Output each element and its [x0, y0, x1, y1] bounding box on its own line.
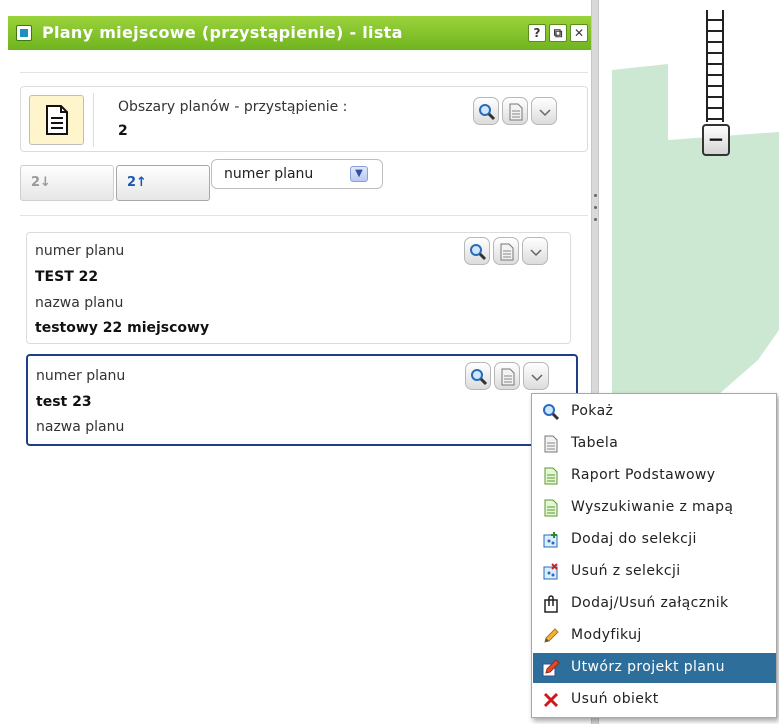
splitter-grip — [594, 218, 597, 221]
menu-item-label: Usuń z selekcji — [571, 563, 681, 579]
summary-actions — [473, 97, 557, 125]
sort-field-value: numer planu — [224, 166, 314, 182]
map-search-icon — [544, 499, 558, 517]
chevron-down-icon — [539, 109, 551, 117]
more-options-button[interactable] — [523, 362, 549, 390]
more-options-button[interactable] — [522, 237, 548, 265]
menu-item-usun-z-selekcji[interactable]: Usuń z selekcji — [533, 557, 776, 587]
remove-selection-icon — [543, 563, 558, 580]
pencil-icon — [544, 628, 559, 643]
magnifier-icon — [471, 369, 488, 386]
zoom-to-button[interactable] — [464, 237, 490, 265]
menu-item-label: Pokaż — [571, 403, 614, 419]
panel-title: Plany miejscowe (przystąpienie) - lista — [42, 23, 403, 42]
document-icon — [544, 435, 558, 453]
chevron-down-icon — [530, 249, 542, 257]
document-icon — [29, 95, 84, 145]
menu-item-label: Usuń obiekt — [571, 691, 659, 707]
help-button[interactable]: ? — [528, 24, 546, 42]
record-field-label: nazwa planu — [35, 295, 124, 311]
attachment-icon — [544, 595, 558, 613]
summary-label: Obszary planów - przystąpienie : — [118, 99, 348, 115]
splitter-grip — [594, 194, 597, 197]
document-icon — [500, 243, 514, 261]
record-field-label: numer planu — [35, 243, 125, 259]
summary-count: 2 — [118, 123, 128, 139]
summary-card: Obszary planów - przystąpienie : 2 — [20, 86, 588, 152]
context-menu: Pokaż Tabela Raport Podstawowy Wyszukiwa… — [531, 393, 777, 718]
menu-item-label: Tabela — [571, 435, 619, 451]
record-actions — [465, 362, 549, 390]
menu-item-tabela[interactable]: Tabela — [533, 429, 776, 459]
report-icon — [544, 467, 558, 485]
menu-item-raport-podstawowy[interactable]: Raport Podstawowy — [533, 461, 776, 491]
menu-item-dodaj-do-selekcji[interactable]: Dodaj do selekcji — [533, 525, 776, 555]
restore-button[interactable]: ⧉ — [549, 24, 567, 42]
menu-item-usun-obiekt[interactable]: Usuń obiekt — [533, 685, 776, 715]
table-button[interactable] — [493, 237, 519, 265]
table-button[interactable] — [502, 97, 528, 125]
sort-ascending-icon: 2↓ — [31, 175, 51, 190]
delete-x-icon — [543, 692, 559, 708]
zoom-slider[interactable] — [706, 10, 724, 122]
menu-item-wyszukiwanie-z-mapa[interactable]: Wyszukiwanie z mapą — [533, 493, 776, 523]
record-field-value: testowy 22 miejscowy — [35, 320, 210, 336]
menu-item-utworz-projekt-planu[interactable]: Utwórz projekt planu — [533, 653, 776, 683]
panel-titlebar[interactable]: Plany miejscowe (przystąpienie) - lista … — [8, 16, 591, 50]
menu-item-label: Utwórz projekt planu — [571, 659, 725, 675]
dropdown-arrow-icon: ▼ — [350, 166, 368, 182]
create-project-icon — [542, 659, 560, 677]
zoom-to-button[interactable] — [465, 362, 491, 390]
document-icon — [509, 103, 523, 121]
menu-item-dodaj-usun-zalacznik[interactable]: Dodaj/Usuń załącznik — [533, 589, 776, 619]
zoom-to-button[interactable] — [473, 97, 499, 125]
document-icon — [501, 368, 515, 386]
record-field-value: TEST 22 — [35, 269, 99, 285]
magnifier-icon — [479, 104, 496, 121]
add-selection-icon — [543, 532, 558, 548]
magnifier-icon — [470, 244, 487, 261]
record-field-label: numer planu — [36, 368, 126, 384]
record-card[interactable]: numer planu TEST 22 nazwa planu testowy … — [26, 232, 571, 344]
magnifier-icon — [543, 404, 560, 421]
menu-item-label: Dodaj do selekcji — [571, 531, 697, 547]
menu-item-label: Wyszukiwanie z mapą — [571, 499, 734, 515]
window-icon — [16, 25, 32, 41]
sort-ascending-button[interactable]: 2↓ — [20, 165, 114, 201]
menu-item-label: Raport Podstawowy — [571, 467, 716, 483]
divider — [20, 215, 588, 216]
sort-descending-button[interactable]: 2↑ — [116, 165, 210, 201]
table-button[interactable] — [494, 362, 520, 390]
chevron-down-icon — [531, 374, 543, 382]
divider — [93, 93, 94, 147]
menu-item-label: Dodaj/Usuń załącznik — [571, 595, 729, 611]
more-options-button[interactable] — [531, 97, 557, 125]
sort-field-select[interactable]: numer planu ▼ — [211, 159, 383, 189]
record-field-label: nazwa planu — [36, 419, 125, 435]
zoom-out-button[interactable]: − — [702, 124, 730, 156]
menu-item-label: Modyfikuj — [571, 627, 642, 643]
sort-descending-icon: 2↑ — [127, 175, 147, 190]
record-card-selected[interactable]: numer planu test 23 nazwa planu — [26, 354, 578, 446]
menu-item-pokaz[interactable]: Pokaż — [533, 397, 776, 427]
list-panel: Plany miejscowe (przystąpienie) - lista … — [8, 0, 591, 724]
menu-item-modyfikuj[interactable]: Modyfikuj — [533, 621, 776, 651]
divider — [20, 72, 588, 73]
close-button[interactable]: ✕ — [570, 24, 588, 42]
record-field-value: test 23 — [36, 394, 92, 410]
record-actions — [464, 237, 548, 265]
splitter-grip — [594, 206, 597, 209]
